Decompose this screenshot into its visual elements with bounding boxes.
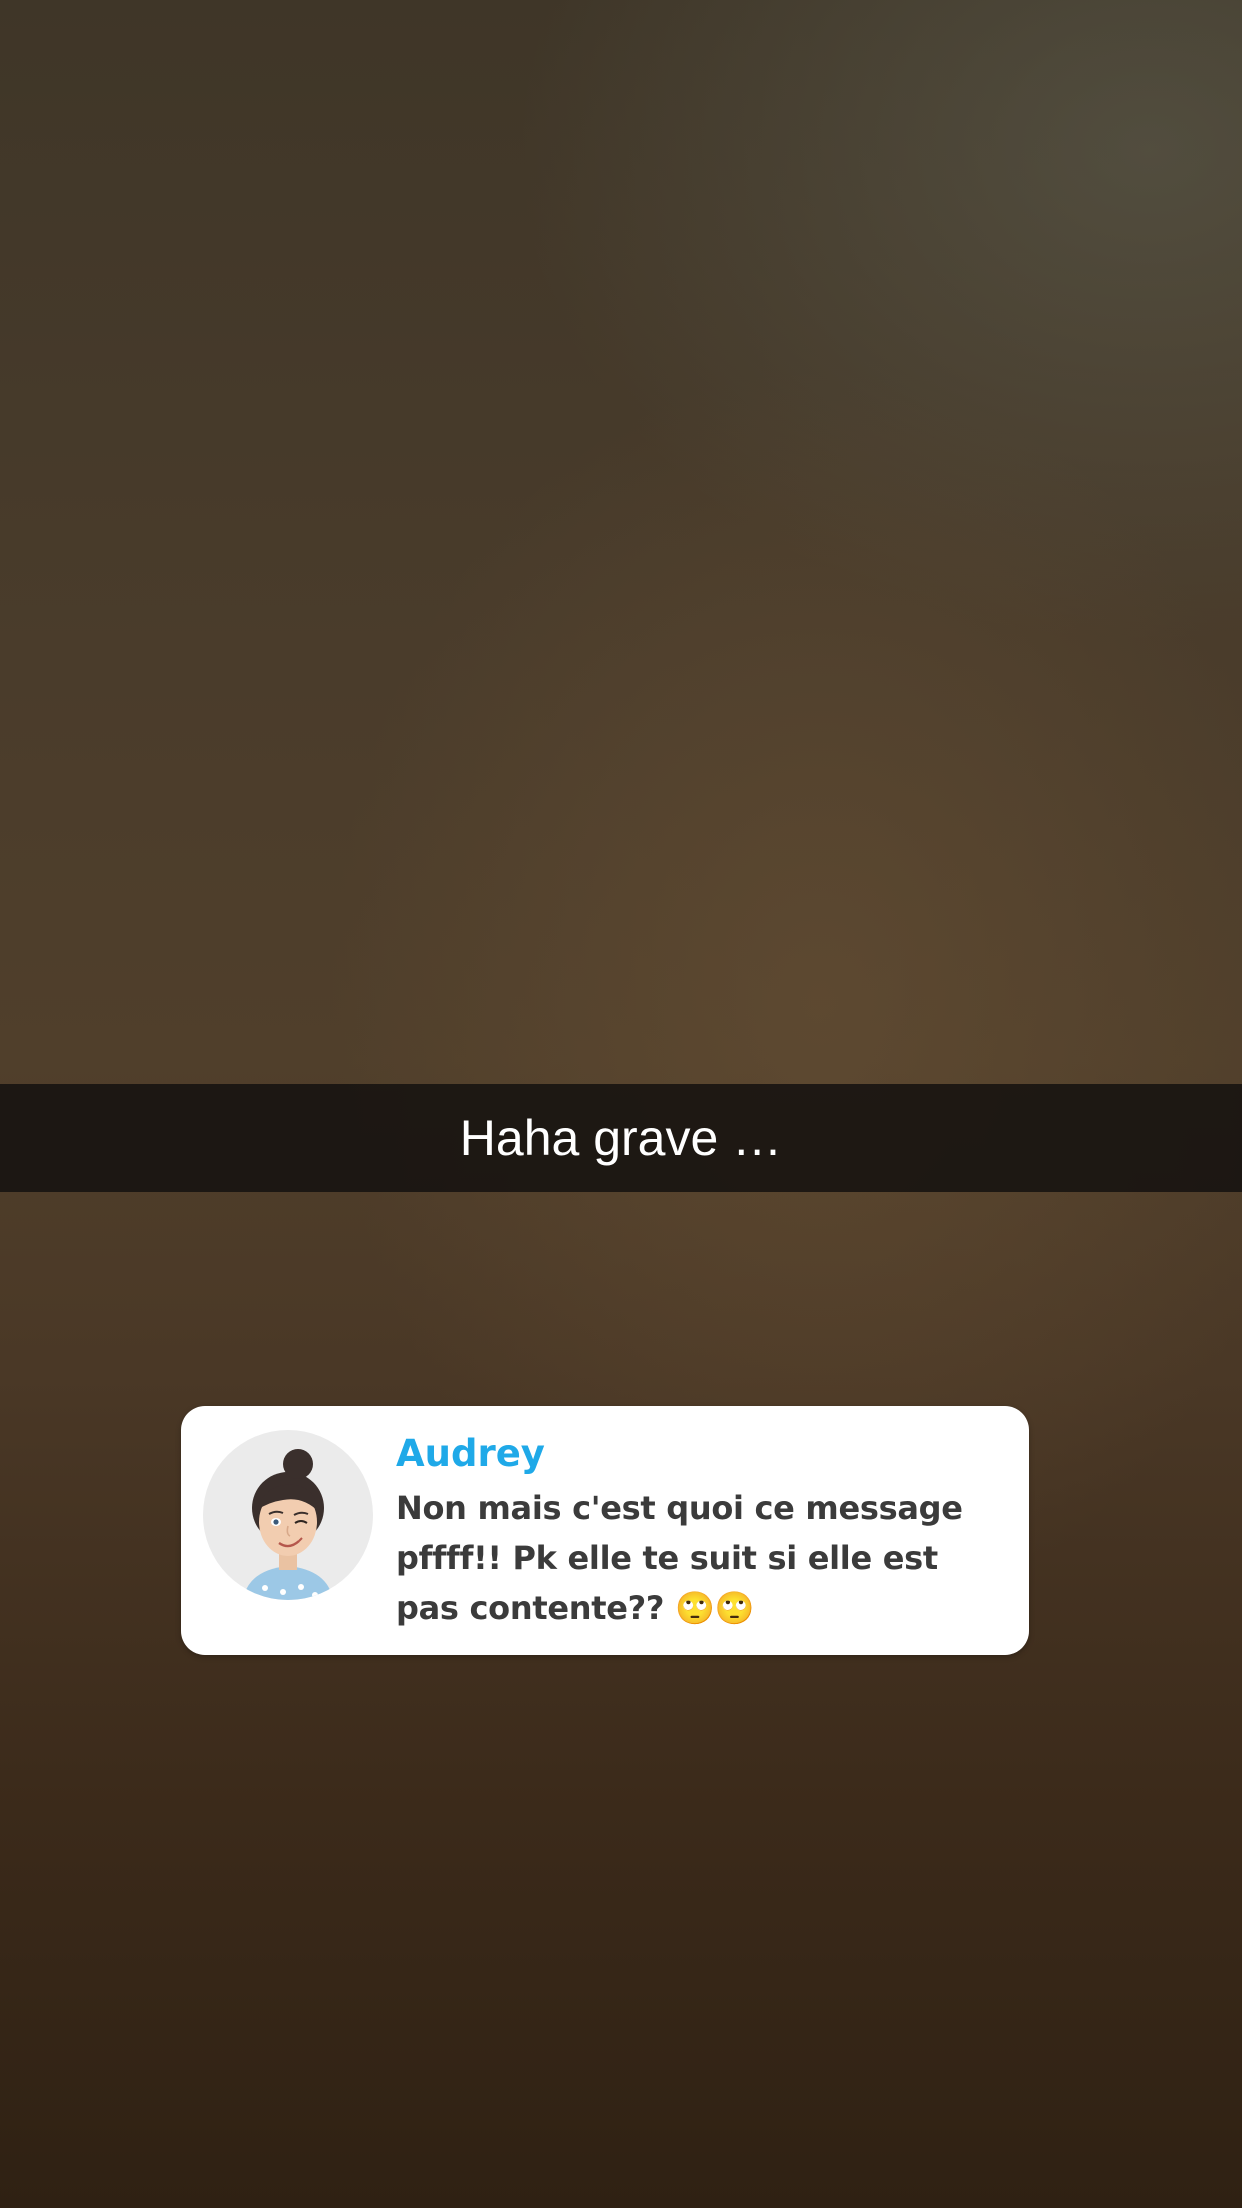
bitmoji-avatar-icon (203, 1430, 373, 1600)
chat-sender-name: Audrey (396, 1432, 545, 1475)
chat-reply-card[interactable]: Audrey Non mais c'est quoi ce message pf… (181, 1406, 1029, 1655)
snap-caption-text: Haha grave … (459, 1110, 783, 1166)
chat-message-text: Non mais c'est quoi ce message pffff!! P… (396, 1489, 963, 1627)
snap-caption-bar: Haha grave … (0, 1084, 1242, 1192)
